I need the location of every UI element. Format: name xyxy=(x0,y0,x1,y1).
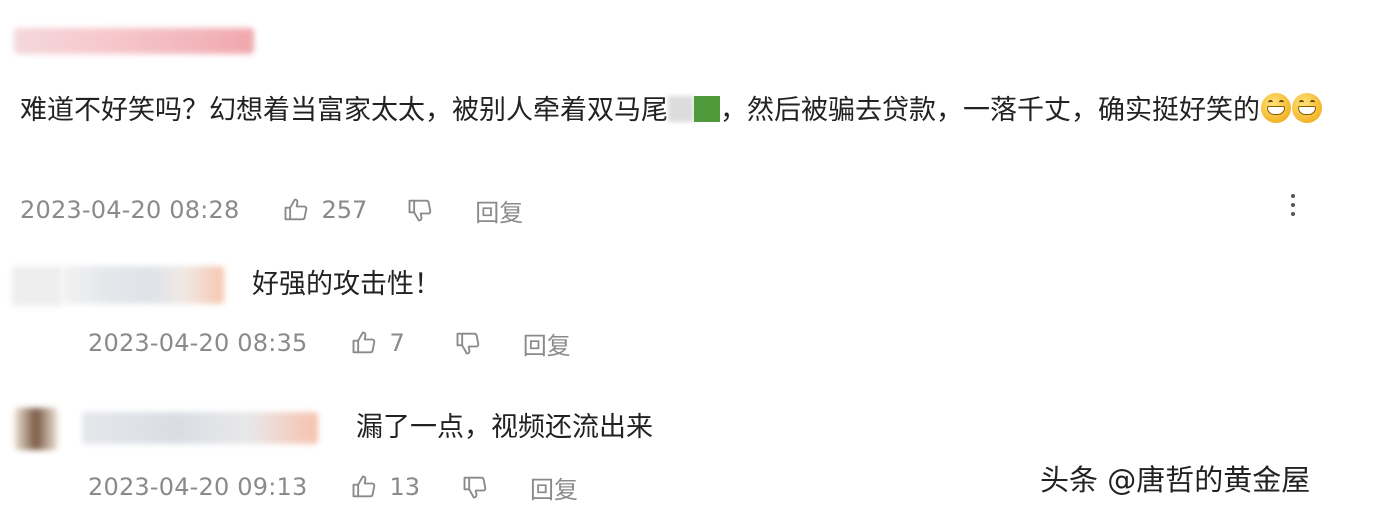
like-count: 7 xyxy=(389,329,405,357)
comment-body: 漏了一点，视频还流出来 xyxy=(356,412,653,443)
reply-button[interactable]: 回复 xyxy=(475,193,523,228)
username-blurred xyxy=(62,266,224,304)
thumbs-up-icon[interactable] xyxy=(349,472,379,502)
grin-emoji xyxy=(1292,93,1322,123)
username-blurred xyxy=(82,412,318,444)
mosaic-censor xyxy=(668,96,720,122)
comment-body: 难道不好笑吗？幻想着当富家太太，被别人牵着双马尾 ，然后被骗去贷款，一落千丈，确实… xyxy=(20,88,1360,134)
timestamp: 2023-04-20 09:13 xyxy=(88,473,308,501)
reply-button[interactable]: 回复 xyxy=(530,470,578,505)
comment-text-part-1: 难道不好笑吗？幻想着当富家太太，被别人牵着双马尾 xyxy=(20,95,668,126)
avatar-blurred xyxy=(12,266,62,306)
watermark: 头条 @唐哲的黄金屋 xyxy=(1040,463,1311,497)
thumbs-up-icon[interactable] xyxy=(281,195,311,225)
reply-button[interactable]: 回复 xyxy=(523,326,571,361)
thumbs-up-icon[interactable] xyxy=(349,328,379,358)
comment-text-part-2: ，然后被骗去贷款，一落千丈，确实挺好笑的 xyxy=(720,95,1260,126)
thumbs-down-icon[interactable] xyxy=(453,328,483,358)
like-count: 13 xyxy=(389,473,421,501)
timestamp: 2023-04-20 08:35 xyxy=(88,329,308,357)
grin-emoji xyxy=(1261,93,1291,123)
more-vertical-icon[interactable] xyxy=(1280,192,1306,218)
avatar-blurred xyxy=(14,408,58,450)
like-count: 257 xyxy=(321,196,368,224)
comment-meta: 2023-04-20 08:28 257 回复 xyxy=(20,193,523,227)
timestamp: 2023-04-20 08:28 xyxy=(20,196,240,224)
comment-meta: 2023-04-20 08:35 7 回复 xyxy=(88,326,571,360)
username-blurred xyxy=(14,28,254,54)
thumbs-down-icon[interactable] xyxy=(460,472,490,502)
comment-meta: 2023-04-20 09:13 13 回复 xyxy=(88,470,578,504)
thumbs-down-icon[interactable] xyxy=(405,195,435,225)
comment-body: 好强的攻击性！ xyxy=(252,269,441,300)
